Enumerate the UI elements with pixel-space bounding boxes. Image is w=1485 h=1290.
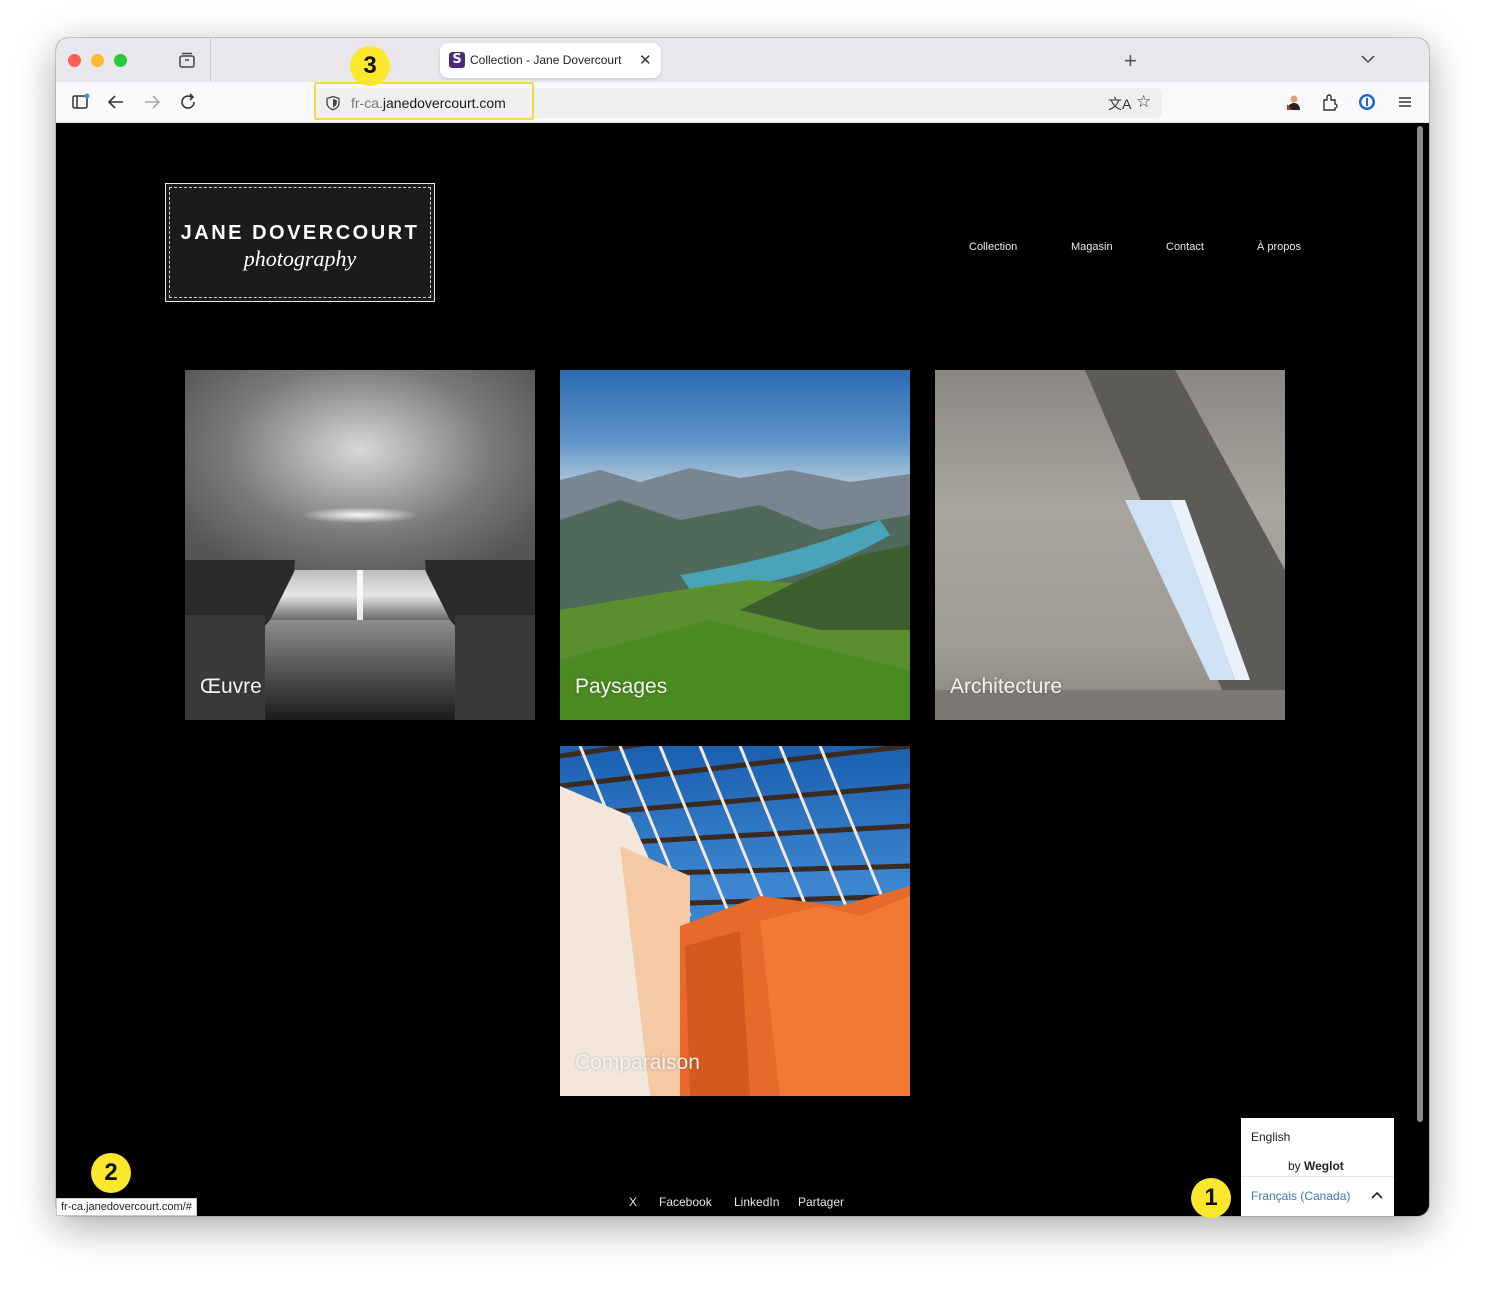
tile-label-architecture: Architecture [950, 675, 1063, 698]
minimize-window-button[interactable] [91, 54, 104, 67]
bookmark-star-icon[interactable]: ☆ [1136, 92, 1151, 112]
tile-oeuvre[interactable]: Œuvre [185, 370, 535, 720]
logo-subtitle: photography [243, 246, 357, 271]
vertical-scrollbar[interactable] [1417, 126, 1423, 1122]
browser-window: S Collection - Jane Dovercourt ✕ + fr-ca… [56, 38, 1429, 1216]
tab-bar: S Collection - Jane Dovercourt ✕ + [56, 38, 1429, 82]
page-content: JANE DOVERCOURT photography Collection M… [56, 123, 1429, 1216]
translate-icon[interactable]: 文A [1108, 94, 1131, 114]
tile-architecture[interactable]: Architecture [935, 370, 1285, 720]
tab-title: Collection - Jane Dovercourt [470, 53, 622, 67]
navigation-toolbar: fr-ca.janedovercourt.com 文A ☆ [56, 82, 1429, 123]
forward-arrow-icon[interactable] [142, 92, 162, 112]
new-tab-icon[interactable]: + [1124, 48, 1137, 74]
back-arrow-icon[interactable] [106, 92, 126, 112]
active-tab[interactable]: S Collection - Jane Dovercourt ✕ [440, 43, 661, 78]
tile-comparaison-image [560, 746, 910, 1096]
tile-comparaison[interactable]: Comparaison [560, 746, 910, 1096]
site-logo[interactable]: JANE DOVERCOURT photography [165, 183, 435, 302]
password-manager-icon[interactable] [1357, 92, 1377, 112]
logo-title: JANE DOVERCOURT [180, 222, 420, 244]
nav-contact[interactable]: Contact [1166, 241, 1204, 253]
chevron-up-icon[interactable] [1370, 1188, 1384, 1202]
sidebar-icon[interactable] [71, 92, 91, 112]
site-favicon-icon: S [449, 52, 465, 68]
tile-architecture-image [935, 370, 1285, 720]
current-language[interactable]: Français (Canada) [1251, 1189, 1350, 1203]
hamburger-menu-icon[interactable] [1395, 92, 1415, 112]
close-tab-icon[interactable]: ✕ [639, 51, 652, 69]
callout-badge-1: 1 [1191, 1178, 1231, 1218]
reload-icon[interactable] [178, 92, 198, 112]
tile-paysages-image [560, 468, 910, 720]
tile-label-oeuvre: Œuvre [200, 675, 262, 698]
callout-badge-3: 3 [350, 46, 390, 86]
profile-avatar-icon[interactable] [1283, 92, 1303, 112]
footer-link-facebook[interactable]: Facebook [659, 1195, 712, 1209]
zoom-window-button[interactable] [114, 54, 127, 67]
tile-label-comparaison: Comparaison [575, 1051, 700, 1074]
close-window-button[interactable] [68, 54, 81, 67]
weglot-language-switcher: English by Weglot Français (Canada) [1241, 1118, 1394, 1216]
weglot-divider [1241, 1176, 1394, 1177]
tile-paysages[interactable]: Paysages [560, 370, 910, 720]
footer-link-partager[interactable]: Partager [798, 1195, 844, 1209]
footer-link-x[interactable]: X [629, 1195, 637, 1209]
tile-label-paysages: Paysages [575, 675, 668, 698]
nav-magasin[interactable]: Magasin [1071, 241, 1113, 253]
url-highlight-box [314, 82, 534, 120]
nav-a-propos[interactable]: À propos [1257, 241, 1301, 253]
footer-link-linkedin[interactable]: LinkedIn [734, 1195, 779, 1209]
status-bar-url: fr-ca.janedovercourt.com/# [56, 1198, 197, 1216]
extensions-icon[interactable] [1320, 92, 1340, 112]
weglot-credit: by Weglot [1288, 1159, 1344, 1173]
tab-divider [210, 38, 211, 82]
callout-badge-2: 2 [91, 1153, 131, 1193]
tab-overview-icon[interactable] [178, 51, 196, 69]
chevron-down-icon[interactable] [1361, 52, 1375, 66]
language-option-english[interactable]: English [1251, 1130, 1290, 1144]
nav-collection[interactable]: Collection [969, 241, 1017, 253]
